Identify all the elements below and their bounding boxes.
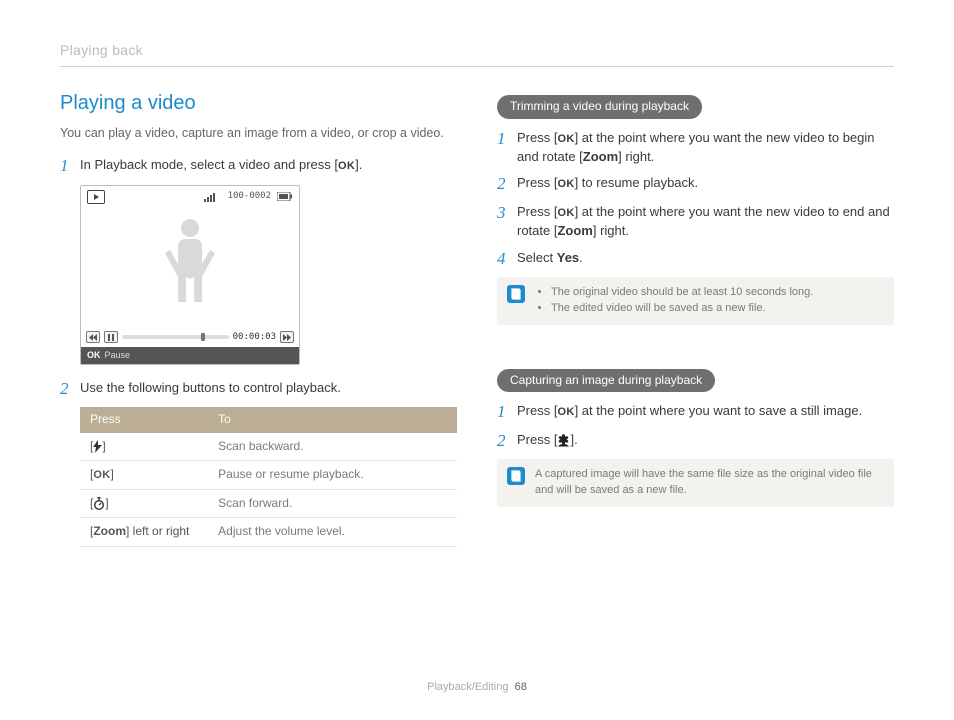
ok-icon: OK xyxy=(557,132,574,148)
forward-button[interactable] xyxy=(280,331,294,343)
note-icon xyxy=(507,285,525,303)
ok-icon: OK xyxy=(557,177,574,193)
trim-step-3: 3 Press [OK] at the point where you want… xyxy=(497,203,894,241)
to-cell: Scan backward. xyxy=(208,433,457,461)
section-title: Playing a video xyxy=(60,89,457,118)
step-text: In Playback mode, select a video and pre… xyxy=(80,156,457,175)
table-row: [] Scan forward. xyxy=(80,490,457,518)
pause-button[interactable] xyxy=(104,331,118,343)
press-cell: [] xyxy=(80,490,208,518)
note-icon xyxy=(507,467,525,485)
subsection-pill-trimming: Trimming a video during playback xyxy=(497,95,702,118)
signal-icon xyxy=(204,192,222,202)
timecode: 00:00:03 xyxy=(233,331,276,344)
step-number: 2 xyxy=(497,174,517,194)
step-text: Press [OK] at the point where you want t… xyxy=(517,203,894,241)
step-text: Press []. xyxy=(517,431,894,450)
timer-icon xyxy=(93,497,105,510)
step-text: Select Yes. xyxy=(517,249,894,268)
table-row: [Zoom] left or right Adjust the volume l… xyxy=(80,518,457,546)
right-column: Trimming a video during playback 1 Press… xyxy=(497,89,894,553)
ok-icon: OK xyxy=(93,468,110,484)
section-lead: You can play a video, capture an image f… xyxy=(60,124,457,142)
divider xyxy=(60,66,894,67)
footer-section: Playback/Editing xyxy=(427,681,508,693)
step-number: 1 xyxy=(497,402,517,422)
left-column: Playing a video You can play a video, ca… xyxy=(60,89,457,553)
table-header-press: Press xyxy=(80,407,208,432)
file-counter: 100-0002 xyxy=(228,190,271,203)
to-cell: Pause or resume playback. xyxy=(208,461,457,490)
step-2: 2 Use the following buttons to control p… xyxy=(60,379,457,399)
video-canvas xyxy=(81,208,299,328)
video-screenshot: 100-0002 00:00 xyxy=(80,185,300,365)
playback-controls: 00:00:03 xyxy=(81,328,299,347)
person-silhouette-icon xyxy=(155,219,225,314)
macro-flower-icon xyxy=(557,434,570,447)
step-number: 1 xyxy=(60,156,80,176)
step-number: 1 xyxy=(497,129,517,149)
press-cell: [Zoom] left or right xyxy=(80,518,208,546)
ok-icon: OK xyxy=(557,206,574,222)
flash-icon xyxy=(93,440,102,453)
page-number: 68 xyxy=(515,681,527,693)
to-cell: Scan forward. xyxy=(208,490,457,518)
press-cell: [] xyxy=(80,433,208,461)
video-topbar: 100-0002 xyxy=(81,186,299,208)
step-text: Use the following buttons to control pla… xyxy=(80,379,457,398)
step-number: 2 xyxy=(497,431,517,451)
page-footer: Playback/Editing 68 xyxy=(0,680,954,696)
press-cell: [OK] xyxy=(80,461,208,490)
ok-label: OK xyxy=(87,350,101,360)
trim-step-2: 2 Press [OK] to resume playback. xyxy=(497,174,894,194)
rewind-button[interactable] xyxy=(86,331,100,343)
footer-action: Pause xyxy=(105,350,131,360)
tip-text: A captured image will have the same file… xyxy=(535,467,884,499)
tip-item: The edited video will be saved as a new … xyxy=(551,301,813,317)
step-text: Press [OK] at the point where you want t… xyxy=(517,129,894,167)
trim-step-4: 4 Select Yes. xyxy=(497,249,894,269)
ok-icon: OK xyxy=(338,159,355,175)
table-header-to: To xyxy=(208,407,457,432)
text: In Playback mode, select a video and pre… xyxy=(80,157,338,172)
step-number: 2 xyxy=(60,379,80,399)
step-number: 3 xyxy=(497,203,517,223)
cap-step-2: 2 Press []. xyxy=(497,431,894,451)
step-text: Press [OK] to resume playback. xyxy=(517,174,894,193)
subsection-pill-capture: Capturing an image during playback xyxy=(497,369,715,392)
table-row: [] Scan backward. xyxy=(80,433,457,461)
breadcrumb: Playing back xyxy=(60,40,894,60)
tip-box: A captured image will have the same file… xyxy=(497,459,894,507)
table-row: [OK] Pause or resume playback. xyxy=(80,461,457,490)
text: ]. xyxy=(355,157,362,172)
ok-icon: OK xyxy=(557,405,574,421)
step-number: 4 xyxy=(497,249,517,269)
trim-step-1: 1 Press [OK] at the point where you want… xyxy=(497,129,894,167)
tip-box: The original video should be at least 10… xyxy=(497,277,894,325)
cap-step-1: 1 Press [OK] at the point where you want… xyxy=(497,402,894,422)
controls-table: Press To [] Scan backward. [OK] xyxy=(80,407,457,547)
battery-icon xyxy=(277,192,293,201)
step-text: Press [OK] at the point where you want t… xyxy=(517,402,894,421)
to-cell: Adjust the volume level. xyxy=(208,518,457,546)
play-icon xyxy=(87,190,105,204)
tip-item: The original video should be at least 10… xyxy=(551,285,813,301)
progress-bar[interactable] xyxy=(122,335,229,339)
step-1: 1 In Playback mode, select a video and p… xyxy=(60,156,457,176)
video-footer: OK Pause xyxy=(81,347,299,364)
